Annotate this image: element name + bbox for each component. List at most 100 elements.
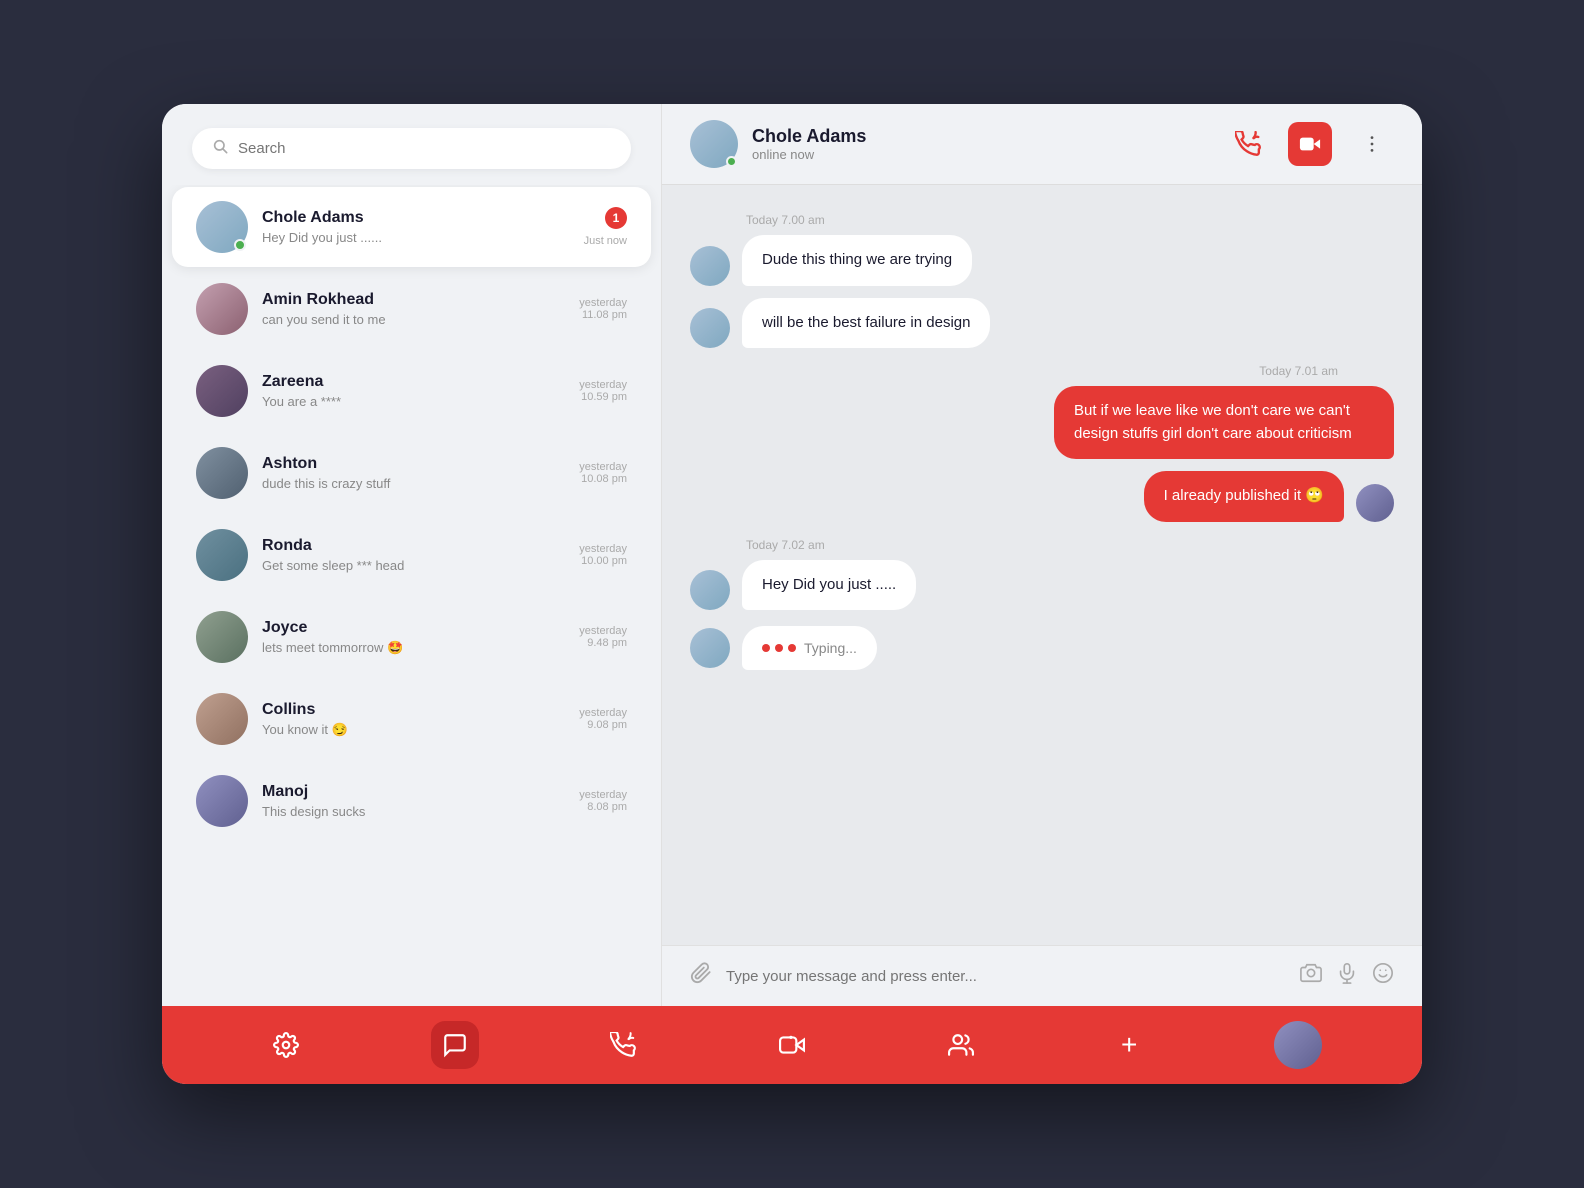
contact-info: Ashton dude this is crazy stuff [262,455,569,491]
contact-item[interactable]: Zareena You are a **** yesterday10.59 pm [172,351,651,431]
contact-preview: You are a **** [262,394,569,409]
typing-bubble: Typing... [742,626,877,670]
chat-header-info: Chole Adams online now [752,126,1226,162]
chat-header-online-dot [726,156,737,167]
message-input[interactable] [726,968,1286,985]
message-avatar [690,308,730,348]
chat-header-status: online now [752,147,1226,162]
message-row-received: Today 7.00 amDude this thing we are tryi… [690,209,1394,286]
contact-item[interactable]: Collins You know it 😏 yesterday9.08 pm [172,679,651,759]
contact-avatar-wrap [196,775,248,827]
contact-avatar [196,775,248,827]
search-icon [212,138,228,159]
contact-avatar [196,529,248,581]
contact-preview: dude this is crazy stuff [262,476,569,491]
contact-time: yesterday9.08 pm [579,707,627,731]
contact-meta: yesterday8.08 pm [579,789,627,813]
chat-area: Chole Adams online now [662,104,1422,1006]
contact-item[interactable]: Joyce lets meet tommorrow 🤩 yesterday9.4… [172,597,651,677]
nav-item-settings[interactable] [202,1021,371,1069]
contact-meta: yesterday9.48 pm [579,625,627,649]
settings-icon[interactable] [262,1021,310,1069]
contact-item[interactable]: Ronda Get some sleep *** head yesterday1… [172,515,651,595]
video-icon[interactable] [768,1021,816,1069]
message-avatar [690,570,730,610]
microphone-icon[interactable] [1336,962,1358,990]
contact-meta: yesterday10.00 pm [579,543,627,567]
more-options-button[interactable] [1350,122,1394,166]
contact-item[interactable]: Manoj This design sucks yesterday8.08 pm [172,761,651,841]
search-container [162,104,661,185]
voice-call-button[interactable] [1226,122,1270,166]
contact-time: yesterday10.08 pm [579,461,627,485]
contact-time: yesterday11.08 pm [579,297,627,321]
message-timestamp: Today 7.02 am [690,538,825,552]
attach-button[interactable] [690,962,712,990]
bubble-row: Hey Did you just ..... [690,560,916,611]
contact-info: Amin Rokhead can you send it to me [262,291,569,327]
typing-dot [762,644,770,652]
contact-item[interactable]: Amin Rokhead can you send it to me yeste… [172,269,651,349]
message-row-sent: I already published it 🙄 [690,471,1394,522]
nav-item-group[interactable] [876,1021,1045,1069]
input-actions [1300,962,1394,990]
contact-preview: This design sucks [262,804,569,819]
bubble-row: will be the best failure in design [690,298,990,349]
contact-meta: yesterday11.08 pm [579,297,627,321]
contact-avatar-wrap [196,529,248,581]
contact-preview: Hey Did you just ...... [262,230,574,245]
group-icon[interactable] [937,1021,985,1069]
unread-badge: 1 [605,207,627,229]
message-row-received: Today 7.02 am Hey Did you just ..... [690,534,1394,611]
contact-avatar-wrap [196,447,248,499]
contact-avatar [196,283,248,335]
online-dot [234,239,246,251]
nav-item-profile[interactable] [1213,1021,1382,1069]
contact-item[interactable]: Ashton dude this is crazy stuff yesterda… [172,433,651,513]
contact-time: yesterday10.00 pm [579,543,627,567]
contact-info: Zareena You are a **** [262,373,569,409]
contact-name: Amin Rokhead [262,291,569,309]
contact-avatar [196,611,248,663]
search-input[interactable] [238,140,611,157]
nav-item-chat[interactable] [371,1021,540,1069]
contact-info: Collins You know it 😏 [262,701,569,738]
contact-meta: yesterday10.08 pm [579,461,627,485]
call-icon[interactable] [599,1021,647,1069]
nav-item-video[interactable] [708,1021,877,1069]
nav-profile-avatar[interactable] [1274,1021,1322,1069]
contact-info: Ronda Get some sleep *** head [262,537,569,573]
nav-item-call[interactable] [539,1021,708,1069]
typing-avatar [690,628,730,668]
emoji-icon[interactable] [1372,962,1394,990]
typing-dot [788,644,796,652]
contact-time: Just now [584,235,627,247]
chat-header: Chole Adams online now [662,104,1422,185]
bubble-row: Dude this thing we are trying [690,235,972,286]
app-container: Chole Adams Hey Did you just ...... 1 Ju… [162,104,1422,1084]
contact-preview: can you send it to me [262,312,569,327]
chat-header-avatar-wrap [690,120,738,168]
nav-item-add[interactable]: + [1045,1021,1214,1069]
main-area: Chole Adams Hey Did you just ...... 1 Ju… [162,104,1422,1006]
add-icon[interactable]: + [1105,1021,1153,1069]
message-timestamp-sent: Today 7.01 am [1259,364,1394,378]
contact-meta: 1 Just now [584,207,627,247]
contact-item[interactable]: Chole Adams Hey Did you just ...... 1 Ju… [172,187,651,267]
bubble-row-sent: I already published it 🙄 [1144,471,1394,522]
chat-header-name: Chole Adams [752,126,1226,147]
contact-list: Chole Adams Hey Did you just ...... 1 Ju… [162,185,661,1006]
message-row-received: will be the best failure in design [690,298,1394,349]
contact-meta: yesterday9.08 pm [579,707,627,731]
chat-icon[interactable] [431,1021,479,1069]
contact-avatar-wrap [196,283,248,335]
contact-name: Chole Adams [262,209,574,227]
message-bubble: Dude this thing we are trying [742,235,972,286]
search-box[interactable] [192,128,631,169]
message-bubble: will be the best failure in design [742,298,990,349]
contact-avatar-wrap [196,611,248,663]
contact-time: yesterday9.48 pm [579,625,627,649]
camera-icon[interactable] [1300,962,1322,990]
video-call-button[interactable] [1288,122,1332,166]
message-row-sent: Today 7.01 amBut if we leave like we don… [690,360,1394,459]
